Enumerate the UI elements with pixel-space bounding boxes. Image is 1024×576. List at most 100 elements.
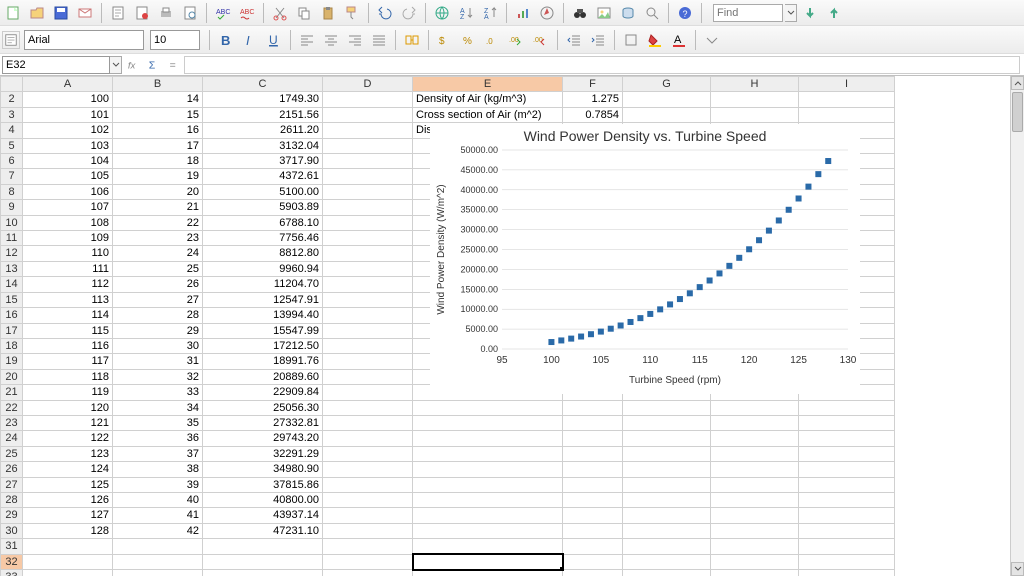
print-icon[interactable] (155, 2, 177, 24)
spreadsheet-grid[interactable]: ABCDEFGHI 2100141749.30Density of Air (k… (0, 76, 1024, 576)
cell[interactable]: 115 (23, 323, 113, 338)
spellcheck-abc-icon[interactable]: ABC (212, 2, 234, 24)
cell[interactable] (323, 323, 413, 338)
open-icon[interactable] (26, 2, 48, 24)
fx-wizard-icon[interactable]: fx (124, 56, 144, 74)
cell[interactable]: 122 (23, 431, 113, 446)
cell[interactable] (623, 570, 711, 576)
cell[interactable] (323, 184, 413, 199)
row-header[interactable]: 27 (1, 477, 23, 492)
cell[interactable] (413, 508, 563, 523)
cell[interactable]: 22909.84 (203, 385, 323, 400)
cell[interactable] (323, 431, 413, 446)
cell[interactable] (323, 246, 413, 261)
cell[interactable] (323, 308, 413, 323)
cell[interactable]: 113 (23, 292, 113, 307)
cell[interactable]: 17212.50 (203, 338, 323, 353)
cell[interactable]: 37815.86 (203, 477, 323, 492)
cell[interactable]: 47231.10 (203, 523, 323, 538)
save-icon[interactable] (50, 2, 72, 24)
name-box-dropdown-icon[interactable] (110, 56, 122, 74)
find-input[interactable] (713, 4, 783, 22)
cell[interactable] (413, 400, 563, 415)
cell[interactable] (623, 107, 711, 122)
cell[interactable]: 100 (23, 92, 113, 107)
cell[interactable] (23, 570, 113, 576)
cell[interactable] (323, 277, 413, 292)
cell[interactable] (799, 92, 895, 107)
cell[interactable] (413, 523, 563, 538)
cell[interactable]: 15 (113, 107, 203, 122)
cut-icon[interactable] (269, 2, 291, 24)
bold-icon[interactable]: B (215, 29, 237, 51)
cell[interactable] (323, 385, 413, 400)
cell[interactable]: 37 (113, 446, 203, 461)
cell[interactable]: 36 (113, 431, 203, 446)
cell[interactable]: 39 (113, 477, 203, 492)
cell[interactable] (623, 539, 711, 554)
cell[interactable]: 26 (113, 277, 203, 292)
cell[interactable]: 27 (113, 292, 203, 307)
cell[interactable]: 101 (23, 107, 113, 122)
cell[interactable] (563, 431, 623, 446)
cell[interactable]: 40800.00 (203, 492, 323, 507)
cell[interactable] (711, 570, 799, 576)
cell[interactable]: 120 (23, 400, 113, 415)
font-size-select[interactable] (150, 30, 200, 50)
cell[interactable]: 3132.04 (203, 138, 323, 153)
cell[interactable] (711, 477, 799, 492)
cell[interactable] (323, 477, 413, 492)
cell[interactable] (323, 292, 413, 307)
cell[interactable] (563, 462, 623, 477)
cell[interactable]: 31 (113, 354, 203, 369)
cell[interactable]: 34 (113, 400, 203, 415)
underline-icon[interactable]: U (263, 29, 285, 51)
align-right-icon[interactable] (344, 29, 366, 51)
cell[interactable]: 0.7854 (563, 107, 623, 122)
cell[interactable] (323, 354, 413, 369)
row-header[interactable]: 24 (1, 431, 23, 446)
borders-icon[interactable] (620, 29, 642, 51)
row-header[interactable]: 7 (1, 169, 23, 184)
cell[interactable] (413, 554, 563, 569)
cell[interactable]: 126 (23, 492, 113, 507)
cell[interactable]: 4372.61 (203, 169, 323, 184)
cell[interactable]: 104 (23, 154, 113, 169)
cell[interactable] (799, 570, 895, 576)
cell[interactable]: 1749.30 (203, 92, 323, 107)
cell[interactable] (563, 415, 623, 430)
cell[interactable] (323, 570, 413, 576)
cell[interactable] (323, 200, 413, 215)
decrease-indent-icon[interactable] (563, 29, 585, 51)
cell[interactable] (623, 523, 711, 538)
cell[interactable] (23, 554, 113, 569)
cell[interactable]: 27332.81 (203, 415, 323, 430)
row-header[interactable]: 11 (1, 231, 23, 246)
cell[interactable] (711, 462, 799, 477)
cell[interactable] (623, 431, 711, 446)
cell[interactable]: 20889.60 (203, 369, 323, 384)
cell[interactable]: 112 (23, 277, 113, 292)
cell[interactable]: 114 (23, 308, 113, 323)
cell[interactable]: Cross section of Air (m^2) (413, 107, 563, 122)
cell[interactable] (799, 554, 895, 569)
row-header[interactable]: 23 (1, 415, 23, 430)
cell[interactable]: 24 (113, 246, 203, 261)
cell[interactable] (623, 477, 711, 492)
cell[interactable]: 121 (23, 415, 113, 430)
hyperlink-icon[interactable] (431, 2, 453, 24)
del-decimal-icon[interactable]: .00 (530, 29, 552, 51)
cell[interactable]: 102 (23, 123, 113, 138)
cell[interactable] (413, 462, 563, 477)
cell[interactable] (203, 539, 323, 554)
row-header[interactable]: 8 (1, 184, 23, 199)
cell[interactable]: 5903.89 (203, 200, 323, 215)
name-box[interactable] (2, 56, 110, 74)
email-icon[interactable] (74, 2, 96, 24)
cell[interactable] (563, 446, 623, 461)
cell[interactable] (323, 138, 413, 153)
row-header[interactable]: 14 (1, 277, 23, 292)
row-header[interactable]: 6 (1, 154, 23, 169)
scroll-down-icon[interactable] (1011, 562, 1024, 576)
cell[interactable] (711, 492, 799, 507)
